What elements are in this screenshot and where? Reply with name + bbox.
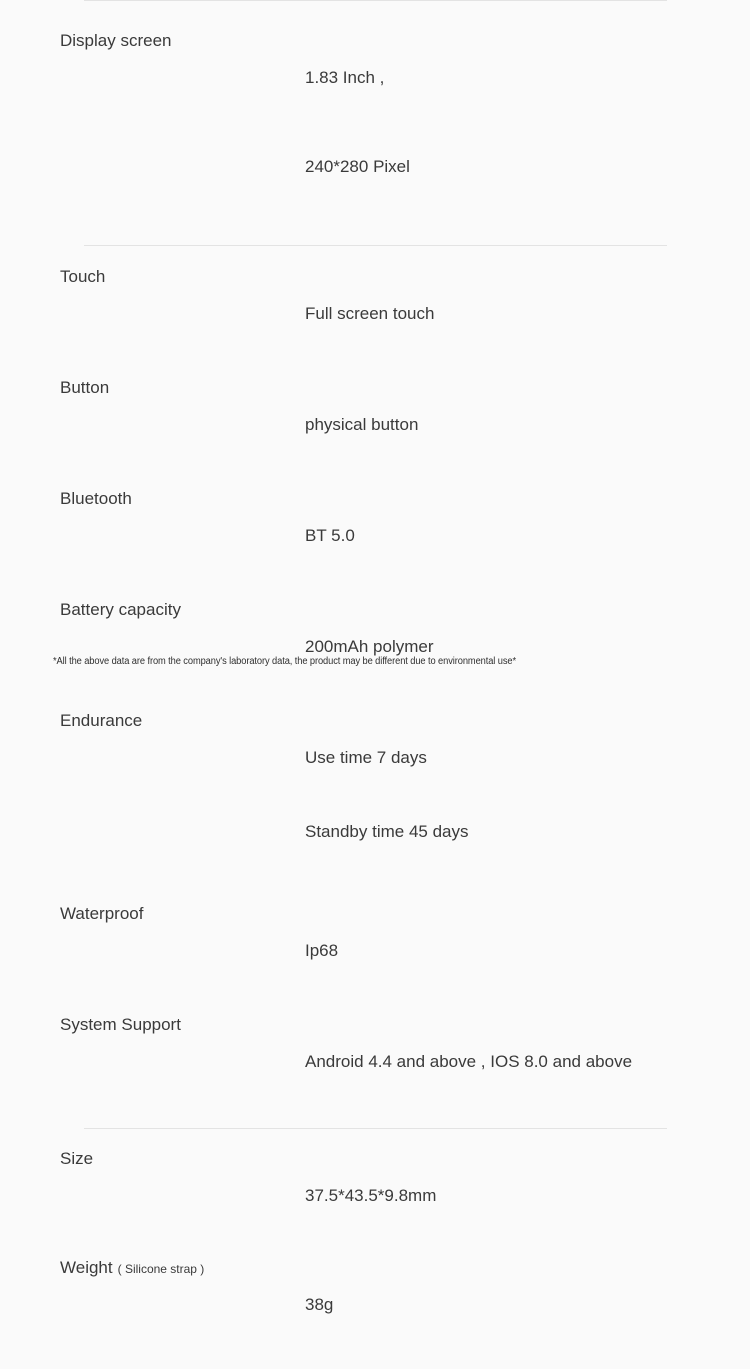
spec-value: 1.83 Inch , 240*280 Pixel [305, 15, 410, 230]
spec-label: Size [60, 1149, 94, 1168]
spec-value-line: Android 4.4 and above , IOS 8.0 and abov… [305, 1052, 633, 1071]
spec-row-endurance: Endurance Use time 7 days Standby time 4… [0, 702, 750, 887]
spec-label: Waterproof [60, 904, 144, 923]
spec-value: physical button [305, 369, 418, 480]
spec-value-line: Full screen touch [305, 304, 435, 323]
spec-label: Battery capacity [60, 600, 181, 619]
section-size-weight: Size 37.5*43.5*9.8mm Weight ( Silicone s… [0, 1129, 750, 1369]
spec-value: Ip68 [305, 895, 338, 1006]
spec-value-line: 1.83 Inch , [305, 68, 385, 87]
spec-row-touch: Touch Full screen touch [0, 258, 750, 369]
spec-row-system-support: System Support Android 4.4 and above , I… [0, 1006, 750, 1117]
spec-value: BT 5.0 [305, 480, 355, 591]
spec-value-line: 240*280 Pixel [305, 157, 410, 176]
spec-value-line: BT 5.0 [305, 526, 355, 545]
spec-label: Touch [60, 267, 106, 286]
spec-value-line: 38g [305, 1295, 334, 1314]
spec-label-main: Weight [60, 1258, 113, 1277]
spec-value-line: physical button [305, 415, 419, 434]
spec-value-line: Ip68 [305, 941, 339, 960]
spec-value: 37.5*43.5*9.8mm [305, 1141, 436, 1250]
spec-row-button: Button physical button [0, 369, 750, 480]
spec-value-line: Standby time 45 days [305, 822, 469, 841]
section-display: Display screen 1.83 Inch , 240*280 Pixel [0, 1, 750, 245]
section-main-specs: Touch Full screen touch Button physical … [0, 246, 750, 1128]
spec-label: System Support [60, 1015, 181, 1034]
spec-value: 200mAh polymer [305, 591, 434, 702]
spec-label-qualifier: ( Silicone strap ) [117, 1262, 205, 1276]
spec-value-line: Use time 7 days [305, 748, 427, 767]
spec-row-display-screen: Display screen 1.83 Inch , 240*280 Pixel [0, 15, 750, 230]
spec-row-weight: Weight ( Silicone strap ) 38g [0, 1250, 750, 1359]
spec-value: Full screen touch [305, 258, 434, 369]
spec-label: Bluetooth [60, 489, 132, 508]
spec-row-waterproof: Waterproof Ip68 [0, 895, 750, 1006]
spec-label: Endurance [60, 711, 143, 730]
spec-label: Display screen [60, 31, 172, 50]
spec-value-line: 37.5*43.5*9.8mm [305, 1186, 437, 1205]
spec-value: 38g [305, 1250, 333, 1359]
spec-value: Android 4.4 and above , IOS 8.0 and abov… [305, 1006, 632, 1117]
disclaimer-footnote: *All the above data are from the company… [53, 656, 517, 667]
product-spec-sheet: Display screen 1.83 Inch , 240*280 Pixel… [0, 0, 750, 1314]
spec-row-bluetooth: Bluetooth BT 5.0 [0, 480, 750, 591]
spec-row-size: Size 37.5*43.5*9.8mm [0, 1141, 750, 1250]
spec-row-battery-capacity: Battery capacity 200mAh polymer [0, 591, 750, 702]
spec-label: Button [60, 378, 110, 397]
spec-label: Weight ( Silicone strap ) [60, 1250, 305, 1287]
row-spacer [0, 887, 750, 895]
spec-value: Use time 7 days Standby time 45 days [305, 702, 468, 887]
